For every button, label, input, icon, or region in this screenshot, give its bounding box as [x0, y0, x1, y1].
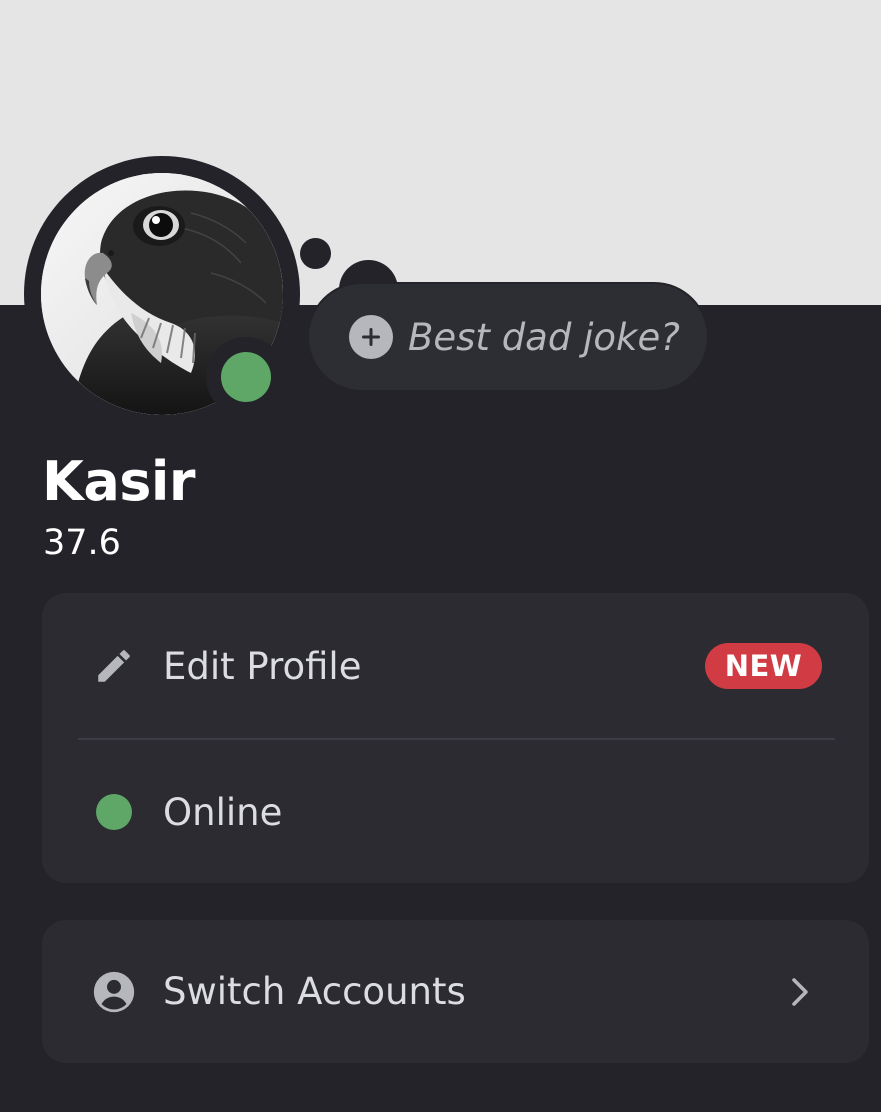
status-label: Online [163, 790, 283, 834]
user-circle-icon [92, 970, 136, 1014]
profile-actions-card: Edit Profile NEW Online [42, 593, 869, 883]
switch-accounts-card: Switch Accounts [42, 920, 869, 1063]
username: 37.6 [43, 523, 121, 563]
new-badge: NEW [705, 643, 822, 689]
plus-circle-icon [349, 315, 393, 359]
thought-bubble-dot-small [300, 238, 331, 269]
online-status-dot [92, 790, 136, 834]
divider [78, 738, 835, 740]
custom-status-placeholder: Best dad joke? [408, 315, 680, 359]
edit-profile-label: Edit Profile [163, 644, 362, 688]
status-row-online[interactable]: Online [42, 741, 869, 883]
pencil-icon [92, 644, 136, 688]
switch-accounts-row[interactable]: Switch Accounts [42, 920, 869, 1063]
custom-status-bubble[interactable]: Best dad joke? [309, 284, 707, 390]
chevron-right-icon [786, 972, 814, 1012]
switch-accounts-label: Switch Accounts [163, 970, 466, 1013]
display-name: Kasir [42, 450, 196, 513]
online-status-indicator [221, 352, 271, 402]
edit-profile-row[interactable]: Edit Profile NEW [42, 593, 869, 739]
